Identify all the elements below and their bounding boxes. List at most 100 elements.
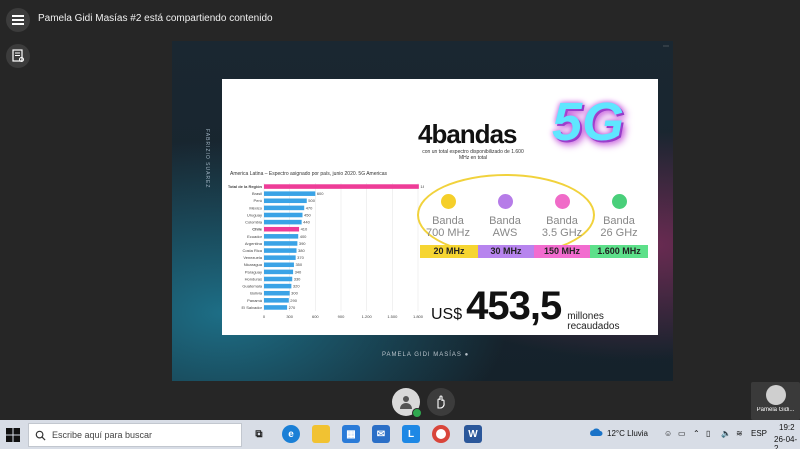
connected-badge: [412, 408, 422, 418]
bar-value-label: 300: [291, 291, 298, 296]
x-tick-label: 1.200: [362, 314, 373, 319]
category-label: Uruguay: [247, 212, 262, 217]
hand-icon: [437, 395, 445, 409]
strip-30mhz: 30 MHz: [478, 245, 534, 258]
people-icon[interactable]: ☺: [664, 429, 672, 438]
menu-button[interactable]: [6, 8, 30, 32]
bar-value-label: 380: [298, 248, 305, 253]
self-avatar-button[interactable]: [392, 388, 422, 418]
bar-value-label: 330: [294, 276, 301, 281]
bar: [264, 305, 288, 310]
category-label: Ecuador: [247, 234, 263, 239]
band-dot: [497, 194, 513, 209]
x-tick-label: 900: [338, 314, 345, 319]
bar: [264, 290, 290, 296]
category-label: Guatemala: [242, 284, 262, 289]
bar: [264, 241, 298, 246]
bar: [264, 234, 299, 239]
category-label: Venezuela: [243, 255, 262, 260]
x-tick-label: 0: [263, 314, 266, 319]
bar-value-label: 270: [289, 305, 296, 310]
clock-time[interactable]: 19:2: [779, 423, 795, 432]
bands-subtitle: con un total espectro disponibilizado de…: [422, 149, 524, 161]
raise-hand-button[interactable]: [427, 388, 455, 416]
bar-value-label: 470: [306, 205, 313, 210]
bar: [264, 283, 292, 289]
band-dot: [440, 194, 456, 209]
word-icon[interactable]: W: [464, 425, 482, 443]
bar: [264, 219, 302, 225]
chart-title: America Latina – Espectro asignado por p…: [230, 171, 388, 177]
search-icon: [35, 430, 46, 441]
bar: [264, 212, 303, 218]
side-vertical-text: FABRIZIO SUAREZ: [204, 129, 210, 189]
battery-icon[interactable]: ▯: [706, 429, 710, 438]
document-view-icon: [12, 49, 24, 62]
taskbar-search[interactable]: Escribe aquí para buscar: [28, 423, 242, 447]
category-label: Chile: [252, 227, 263, 232]
category-label: México: [249, 205, 262, 210]
band-26: Banda 26 GHz: [590, 194, 648, 239]
category-label: Costa Rica: [242, 248, 262, 253]
band-3-5: Banda 3.5 GHz: [533, 194, 591, 239]
category-label: Colombia: [245, 220, 263, 225]
bar-value-label: 400: [300, 234, 307, 239]
app-l-icon[interactable]: L: [402, 425, 420, 443]
hamburger-icon: [12, 19, 24, 21]
clock-date[interactable]: 26-04-2: [774, 435, 800, 449]
band-value: 700 MHz: [425, 227, 471, 239]
band-label: Banda: [489, 215, 521, 227]
bar-value-label: 340: [295, 269, 302, 274]
category-label: Perú: [254, 198, 262, 203]
language-indicator[interactable]: ESP: [751, 429, 767, 438]
bar: [264, 298, 289, 303]
category-label: Brasil: [252, 191, 262, 196]
more-icon: ⋯: [663, 44, 669, 50]
file-explorer-icon[interactable]: [312, 425, 330, 443]
bar-value-label: 390: [299, 241, 306, 246]
windows-taskbar: Escribe aquí para buscar ⧉ e ▦ ✉ L W 12°…: [0, 420, 800, 449]
windows-start-icon[interactable]: [5, 427, 21, 443]
bar-value-label: 500: [308, 198, 315, 203]
mail-icon[interactable]: ✉: [372, 425, 390, 443]
task-view-icon[interactable]: ⧉: [250, 425, 268, 443]
bar: [264, 262, 294, 268]
band-label: Banda: [546, 215, 578, 227]
bar: [264, 248, 297, 253]
cloud-rain-icon: [590, 428, 603, 436]
bar: [264, 255, 296, 260]
chevron-up-icon[interactable]: ⌃: [693, 429, 700, 438]
category-label: Nicaragua: [244, 262, 263, 267]
unit-line2: recaudados: [567, 321, 620, 332]
bar-value-label: 370: [297, 255, 304, 260]
store-icon[interactable]: ▦: [342, 425, 360, 443]
x-tick-label: 600: [312, 314, 319, 319]
bar: [264, 184, 419, 189]
participant-avatar: [765, 385, 786, 405]
five-g-logo: 5G: [552, 92, 625, 152]
slide: America Latina – Espectro asignado por p…: [222, 79, 658, 335]
bar: [264, 269, 294, 275]
volume-icon[interactable]: 🔈: [721, 429, 731, 438]
bar-value-label: 320: [293, 284, 300, 289]
bar: [264, 205, 305, 211]
bar: [264, 198, 307, 204]
weather-text[interactable]: 12°C Lluvia: [607, 429, 648, 438]
x-tick-label: 1.800: [413, 314, 424, 319]
band-aws: Banda AWS: [476, 194, 534, 239]
strip-150mhz: 150 MHz: [534, 245, 590, 258]
currency: US$: [431, 306, 463, 323]
edge-icon[interactable]: e: [282, 425, 300, 443]
wifi-icon[interactable]: ≋: [736, 429, 743, 438]
bar-value-label: 350: [295, 262, 302, 267]
category-label: Argentina: [245, 241, 263, 246]
category-label: Honduras: [245, 276, 262, 281]
meeting-window: Pamela Gidi Masías #2 está compartiendo …: [0, 0, 800, 449]
chrome-icon[interactable]: [432, 425, 450, 443]
participant-name: Pamela Gidi...: [756, 407, 795, 413]
participant-tile[interactable]: Pamela Gidi...: [751, 382, 800, 420]
network-icon[interactable]: ▭: [678, 429, 686, 438]
notes-button[interactable]: [6, 44, 30, 68]
bar: [264, 191, 316, 196]
band-700: Banda 700 MHz: [419, 194, 477, 239]
